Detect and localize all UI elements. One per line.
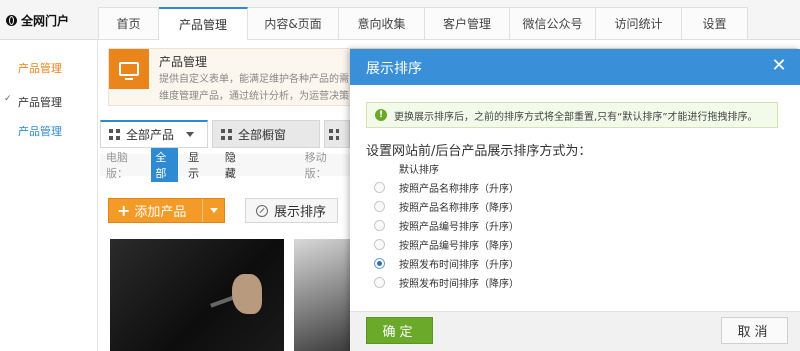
modal-title: 展示排序: [366, 61, 422, 77]
sort-option-name-asc[interactable]: 按照产品名称排序（升序）: [374, 178, 519, 197]
intro-description-line2: 维度管理产品，通过统计分析，为运营决策: [159, 91, 349, 102]
monitor-icon: [109, 49, 149, 89]
tab-all-windows-label: 全部橱窗: [238, 127, 287, 142]
sort-icon: [256, 204, 268, 217]
tab-more[interactable]: [324, 120, 350, 148]
sort-options: 默认排序 按照产品名称排序（升序） 按照产品名称排序（降序） 按照产品编号排序（…: [374, 159, 519, 292]
filter-hide[interactable]: 隐藏: [225, 149, 244, 181]
add-product-button[interactable]: + 添加产品: [108, 198, 225, 223]
notice-text: 更换展示排序后，之前的排序方式将全部重置,只有“默认排序”才能进行拖拽排序。: [394, 111, 758, 123]
modal-header: 展示排序 ✕: [350, 49, 800, 85]
tab-all-windows[interactable]: 全部橱窗: [212, 120, 320, 148]
mobile-filter-label: 移动版：: [304, 151, 327, 180]
show-sort-label: 展示排序: [274, 205, 327, 220]
nav-tab-content-pages[interactable]: 内容&页面: [248, 7, 339, 40]
nav-tab-wechat[interactable]: 微信公众号: [510, 7, 596, 40]
nav-tab-products[interactable]: 产品管理: [159, 7, 248, 41]
nav-tab-settings[interactable]: 设置: [682, 7, 748, 40]
sort-option-code-asc[interactable]: 按照产品编号排序（升序）: [374, 216, 519, 235]
main-nav-tabs: 首页 产品管理 内容&页面 意向收集 客户管理 微信公众号 访问统计 设置: [98, 7, 748, 41]
sidebar: 产品管理 产品管理 产品管理: [0, 40, 98, 351]
sort-option-label: 按照产品编号排序（降序）: [399, 241, 519, 252]
tab-all-products[interactable]: 全部产品: [100, 120, 208, 148]
close-icon[interactable]: ✕: [768, 55, 790, 77]
grid-icon: [221, 128, 232, 140]
brand-title: 全网门户: [21, 13, 70, 28]
tab-all-products-label: 全部产品: [126, 128, 175, 142]
chevron-down-icon[interactable]: [186, 132, 195, 137]
filter-row: 电脑版： 全部 显示 隐藏 移动版：: [100, 148, 350, 182]
pc-filter-label: 电脑版：: [106, 151, 128, 180]
intro-title: 产品管理: [159, 55, 208, 69]
nav-tab-leads[interactable]: 意向收集: [339, 7, 425, 40]
sort-option-label: 按照发布时间排序（升序）: [399, 260, 519, 271]
filter-all[interactable]: 全部: [151, 148, 179, 182]
sort-prompt: 设置网站前/后台产品展示排序方式为：: [366, 144, 592, 159]
sort-modal: 展示排序 ✕ ! 更换展示排序后，之前的排序方式将全部重置,只有“默认排序”才能…: [350, 49, 800, 351]
nav-tab-home[interactable]: 首页: [98, 7, 159, 40]
radio-button[interactable]: [374, 182, 385, 193]
sidebar-item-products[interactable]: 产品管理: [4, 94, 62, 110]
sort-option-code-desc[interactable]: 按照产品编号排序（降序）: [374, 235, 519, 254]
nav-tab-statistics[interactable]: 访问统计: [596, 7, 682, 40]
sort-option-name-desc[interactable]: 按照产品名称排序（降序）: [374, 197, 519, 216]
grid-icon: [109, 129, 120, 140]
product-subtabs: 全部产品 全部橱窗: [100, 120, 354, 148]
nav-tab-customers[interactable]: 客户管理: [425, 7, 510, 40]
modal-footer: 确定 取消: [350, 311, 800, 351]
brand[interactable]: 全网门户: [0, 0, 98, 40]
confirm-button[interactable]: 确定: [366, 317, 433, 344]
sort-option-label: 按照产品名称排序（降序）: [399, 203, 519, 214]
sort-option-label: 按照产品编号排序（升序）: [399, 222, 519, 233]
cancel-button[interactable]: 取消: [721, 317, 788, 344]
sort-option-default[interactable]: 默认排序: [374, 159, 519, 178]
grid-icon: [329, 128, 339, 140]
sort-option-label: 按照产品名称排序（升序）: [399, 184, 519, 195]
add-product-label: 添加产品: [134, 205, 187, 220]
globe-icon: [6, 14, 17, 26]
plus-icon: +: [117, 201, 131, 220]
chevron-down-icon[interactable]: [202, 199, 224, 222]
info-icon: !: [375, 109, 387, 121]
sort-option-time-asc[interactable]: 按照发布时间排序（升序）: [374, 254, 519, 273]
radio-button[interactable]: [374, 201, 385, 212]
product-thumbnail[interactable]: [110, 239, 284, 351]
sort-option-label: 默认排序: [399, 165, 439, 176]
filter-show[interactable]: 显示: [188, 149, 207, 181]
show-sort-button[interactable]: 展示排序: [245, 198, 338, 223]
product-thumbnail[interactable]: [294, 239, 354, 351]
radio-button[interactable]: [374, 239, 385, 250]
top-navigation-bar: 全网门户 首页 产品管理 内容&页面 意向收集 客户管理 微信公众号 访问统计 …: [0, 0, 800, 41]
sort-option-label: 按照发布时间排序（降序）: [399, 279, 519, 290]
sort-option-time-desc[interactable]: 按照发布时间排序（降序）: [374, 273, 519, 292]
radio-button-selected[interactable]: [374, 258, 385, 269]
radio-button[interactable]: [374, 220, 385, 231]
notice-banner: ! 更换展示排序后，之前的排序方式将全部重置,只有“默认排序”才能进行拖拽排序。: [366, 102, 778, 128]
sidebar-item-products-link[interactable]: 产品管理: [18, 123, 62, 139]
radio-button[interactable]: [374, 277, 385, 288]
sidebar-category-title[interactable]: 产品管理: [18, 60, 62, 76]
intro-description-line1: 提供自定义表单，能满足维护各种产品的需: [159, 74, 349, 85]
